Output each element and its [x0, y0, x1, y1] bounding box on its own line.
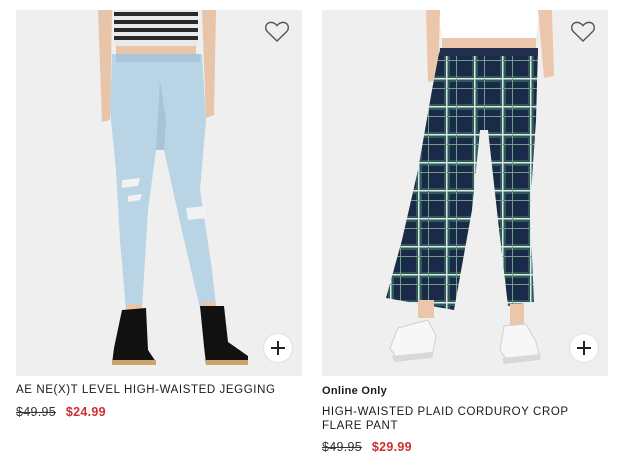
product-image[interactable]: [16, 10, 302, 376]
product-info: AE NE(X)T LEVEL HIGH-WAISTED JEGGING $49…: [16, 376, 302, 420]
price-row: $49.95 $29.99: [322, 439, 608, 455]
product-card[interactable]: Online Only HIGH-WAISTED PLAID CORDUROY …: [322, 10, 608, 455]
online-only-badge: Online Only: [322, 385, 388, 397]
heart-icon[interactable]: [570, 20, 596, 44]
price-row: $49.95 $24.99: [16, 404, 302, 420]
sale-price: $29.99: [371, 440, 412, 454]
original-price: $49.95: [322, 440, 363, 454]
product-info: Online Only HIGH-WAISTED PLAID CORDUROY …: [322, 376, 608, 455]
product-card[interactable]: AE NE(X)T LEVEL HIGH-WAISTED JEGGING $49…: [16, 10, 302, 420]
product-grid: AE NE(X)T LEVEL HIGH-WAISTED JEGGING $49…: [0, 0, 620, 468]
heart-icon[interactable]: [264, 20, 290, 44]
product-image[interactable]: [322, 10, 608, 376]
sale-price: $24.99: [65, 404, 106, 419]
quick-add-plus-icon[interactable]: [264, 334, 292, 362]
quick-add-plus-icon[interactable]: [570, 334, 598, 362]
product-name[interactable]: HIGH-WAISTED PLAID CORDUROY CROP FLARE P…: [322, 406, 608, 433]
original-price: $49.95: [16, 404, 57, 419]
product-name[interactable]: AE NE(X)T LEVEL HIGH-WAISTED JEGGING: [16, 384, 302, 398]
